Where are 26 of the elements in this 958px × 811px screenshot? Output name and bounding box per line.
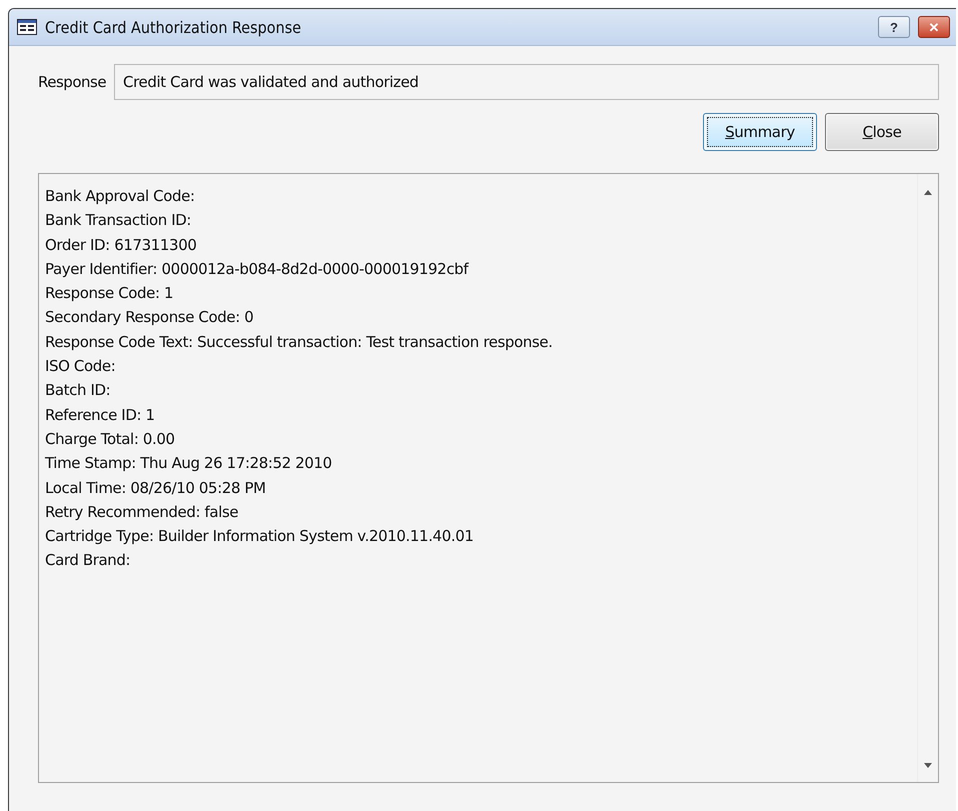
scroll-up-icon[interactable] [924,190,932,195]
window-title: Credit Card Authorization Response [45,18,302,36]
detail-line: Payer Identifier: 0000012a-b084-8d2d-0000-000019192cbf [45,258,470,280]
detail-line: Bank Transaction ID: [45,210,192,232]
detail-line: Response Code Text: Successful transaction: Test transaction response. [45,332,554,353]
detail-line: Card Brand: [45,550,132,572]
detail-line: Batch ID: [45,380,112,402]
detail-line: ISO Code: [45,356,116,378]
detail-line: Secondary Response Code: 0 [45,307,254,328]
detail-line: Reference ID: 1 [45,404,156,426]
summary-button[interactable]: Summary [703,113,817,151]
detail-line: Order ID: 617311300 [45,234,198,256]
detail-line: Time Stamp: Thu Aug 26 17:28:52 2010 [45,453,333,474]
detail-line: Retry Recommended: false [45,502,240,523]
detail-line: Response Code: 1 [45,283,174,304]
scroll-down-icon[interactable] [924,763,932,768]
detail-line: Charge Total: 0.00 [45,428,176,450]
detail-line: Local Time: 08/26/10 05:28 PM [45,478,267,499]
detail-line: Cartridge Type: Builder Information System v.2010.11.40.01 [45,526,474,548]
close-dialog-button[interactable]: Close [825,113,939,151]
form-icon [17,19,37,35]
response-field[interactable]: Credit Card was validated and authorized [114,64,939,100]
detail-line: Bank Approval Code: [45,186,196,207]
response-label: Response [38,73,106,91]
help-button[interactable]: ? [878,16,910,38]
details-text-area[interactable] [38,173,939,783]
